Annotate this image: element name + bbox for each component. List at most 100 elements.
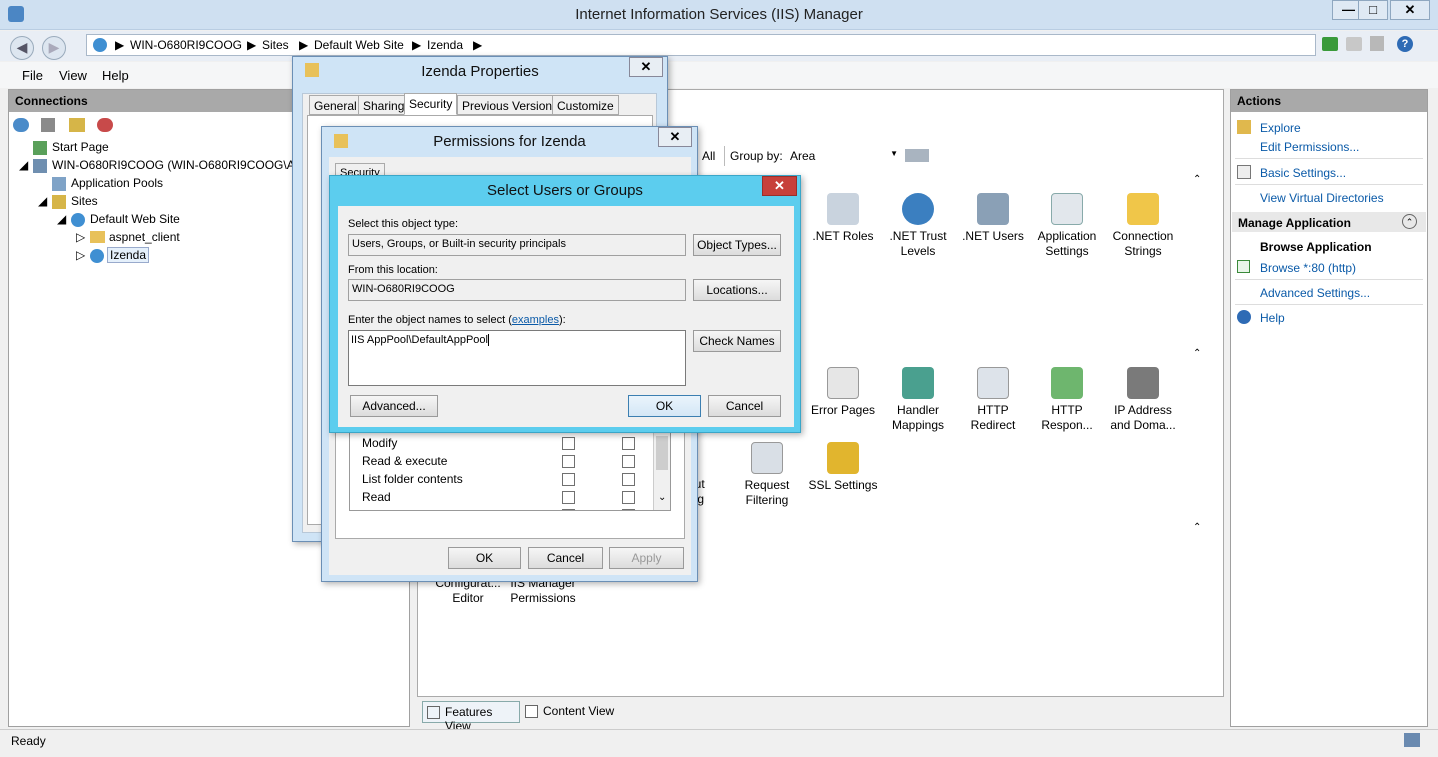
- deny-checkbox[interactable]: [622, 455, 635, 468]
- allow-checkbox[interactable]: [562, 491, 575, 504]
- tree-start-page[interactable]: Start Page: [52, 140, 109, 154]
- menu-help[interactable]: Help: [102, 68, 129, 83]
- feature-request-filtering[interactable]: Request Filtering: [731, 442, 803, 508]
- action-explore[interactable]: Explore: [1260, 121, 1301, 135]
- action-basic-settings[interactable]: Basic Settings...: [1260, 166, 1346, 180]
- action-help[interactable]: Help: [1260, 311, 1285, 325]
- feature-connection-strings[interactable]: Connection Strings: [1107, 193, 1179, 259]
- allow-checkbox[interactable]: [562, 455, 575, 468]
- scroll-down-icon[interactable]: ⌄: [658, 492, 666, 503]
- up-icon[interactable]: [69, 118, 85, 132]
- tab-sharing[interactable]: Sharing: [358, 95, 410, 115]
- action-advanced-settings[interactable]: Advanced Settings...: [1260, 286, 1370, 300]
- permissions-close-button[interactable]: ✕: [658, 127, 692, 147]
- deny-checkbox[interactable]: [622, 437, 635, 450]
- action-edit-permissions[interactable]: Edit Permissions...: [1260, 140, 1359, 154]
- collapse-arrow[interactable]: ▷: [76, 248, 85, 262]
- http-redirect-icon: [977, 367, 1009, 399]
- deny-checkbox[interactable]: [622, 473, 635, 486]
- expand-arrow[interactable]: ◢: [19, 158, 28, 172]
- handler-mappings-icon: [902, 367, 934, 399]
- help-icon[interactable]: ?: [1397, 36, 1413, 52]
- deny-checkbox[interactable]: [622, 491, 635, 504]
- collapse-group-icon[interactable]: ⌃: [1193, 348, 1201, 359]
- view-mode-icon[interactable]: [905, 149, 929, 162]
- menu-view[interactable]: View: [59, 68, 87, 83]
- action-view-virtual-dirs[interactable]: View Virtual Directories: [1260, 191, 1384, 205]
- allow-checkbox[interactable]: [562, 437, 575, 450]
- object-names-input[interactable]: IIS AppPool\DefaultAppPool: [348, 330, 686, 386]
- feature-http-redirect[interactable]: HTTP Redirect: [957, 367, 1029, 433]
- perm-ok-button[interactable]: OK: [448, 547, 521, 569]
- feature-http-response[interactable]: HTTP Respon...: [1031, 367, 1103, 433]
- select-users-dialog: Select Users or Groups ✕ Select this obj…: [329, 175, 801, 433]
- save-icon[interactable]: [41, 118, 55, 132]
- address-bar[interactable]: ▶ WIN-O680RI9COOG ▶ Sites ▶ Default Web …: [86, 34, 1316, 56]
- crumb-default-web-site[interactable]: Default Web Site: [314, 38, 404, 52]
- content-view-label: Content View: [543, 704, 615, 718]
- select-cancel-button[interactable]: Cancel: [708, 395, 781, 417]
- object-types-button[interactable]: Object Types...: [693, 234, 781, 256]
- tree-default-web-site[interactable]: Default Web Site: [90, 212, 180, 226]
- crumb-server[interactable]: WIN-O680RI9COOG: [130, 38, 242, 52]
- select-ok-button[interactable]: OK: [628, 395, 701, 417]
- collapse-arrow[interactable]: ▷: [76, 230, 85, 244]
- tree-sites[interactable]: Sites: [71, 194, 98, 208]
- locations-button[interactable]: Locations...: [693, 279, 781, 301]
- features-view-tab[interactable]: Features View: [422, 701, 520, 733]
- allow-checkbox[interactable]: [562, 473, 575, 486]
- allow-checkbox[interactable]: [562, 509, 575, 510]
- forward-button[interactable]: ▶: [42, 36, 66, 60]
- refresh-icon[interactable]: [1322, 37, 1338, 51]
- collapse-group-icon[interactable]: ⌃: [1193, 522, 1201, 533]
- tab-previous-versions[interactable]: Previous Versions: [457, 95, 564, 115]
- feature-app-settings[interactable]: Application Settings: [1031, 193, 1103, 259]
- show-all-link[interactable]: All: [702, 149, 715, 163]
- tree-aspnet-client[interactable]: aspnet_client: [109, 230, 180, 244]
- tree-izenda[interactable]: Izenda: [107, 247, 150, 263]
- collapse-section-icon[interactable]: ⌃: [1402, 214, 1417, 229]
- select-users-close-button[interactable]: ✕: [762, 176, 797, 196]
- scrollbar-thumb[interactable]: [656, 436, 668, 470]
- tab-general[interactable]: General: [309, 95, 362, 115]
- properties-close-button[interactable]: ✕: [629, 57, 663, 77]
- feature-handler-mappings[interactable]: Handler Mappings: [882, 367, 954, 433]
- feature-net-roles[interactable]: .NET Roles: [807, 193, 879, 244]
- feature-net-users[interactable]: .NET Users: [957, 193, 1029, 244]
- feature-ip-address[interactable]: IP Address and Doma...: [1104, 367, 1182, 433]
- crumb-izenda[interactable]: Izenda: [427, 38, 463, 52]
- feature-error-pages[interactable]: Error Pages: [807, 367, 879, 418]
- permissions-list[interactable]: Modify Read & execute List folder conten…: [349, 431, 671, 511]
- stop-icon[interactable]: [1346, 37, 1362, 51]
- home-icon[interactable]: [1370, 36, 1384, 51]
- perm-apply-button[interactable]: Apply: [609, 547, 684, 569]
- maximize-button[interactable]: □: [1358, 0, 1388, 20]
- expand-arrow[interactable]: ◢: [38, 194, 47, 208]
- tree-server[interactable]: WIN-O680RI9COOG (WIN-O680RI9COOG\Adm: [52, 158, 311, 172]
- feature-net-trust-levels[interactable]: .NET Trust Levels: [882, 193, 954, 259]
- action-browse-80[interactable]: Browse *:80 (http): [1260, 261, 1356, 275]
- disconnect-icon[interactable]: [97, 118, 113, 132]
- location-label: From this location:: [348, 264, 438, 276]
- tree-app-pools[interactable]: Application Pools: [71, 176, 163, 190]
- expand-arrow[interactable]: ◢: [57, 212, 66, 226]
- examples-link[interactable]: examples: [512, 314, 559, 326]
- close-button[interactable]: ✕: [1390, 0, 1430, 20]
- deny-checkbox[interactable]: [622, 509, 635, 510]
- back-button[interactable]: ◀: [10, 36, 34, 60]
- tab-customize[interactable]: Customize: [552, 95, 619, 115]
- crumb-sites[interactable]: Sites: [262, 38, 289, 52]
- connect-icon[interactable]: [13, 118, 29, 132]
- perm-modify: Modify: [362, 436, 398, 450]
- perm-cancel-button[interactable]: Cancel: [528, 547, 603, 569]
- collapse-group-icon[interactable]: ⌃: [1193, 174, 1201, 185]
- tab-security[interactable]: Security: [404, 93, 458, 115]
- menu-file[interactable]: File: [22, 68, 43, 83]
- content-view-tab[interactable]: Content View: [522, 701, 622, 723]
- permissions-scrollbar[interactable]: ⌄: [653, 432, 670, 510]
- content-view-icon: [525, 705, 538, 718]
- group-by-select[interactable]: Area ▼: [788, 146, 902, 166]
- advanced-button[interactable]: Advanced...: [350, 395, 438, 417]
- feature-ssl-settings[interactable]: SSL Settings: [806, 442, 880, 493]
- check-names-button[interactable]: Check Names: [693, 330, 781, 352]
